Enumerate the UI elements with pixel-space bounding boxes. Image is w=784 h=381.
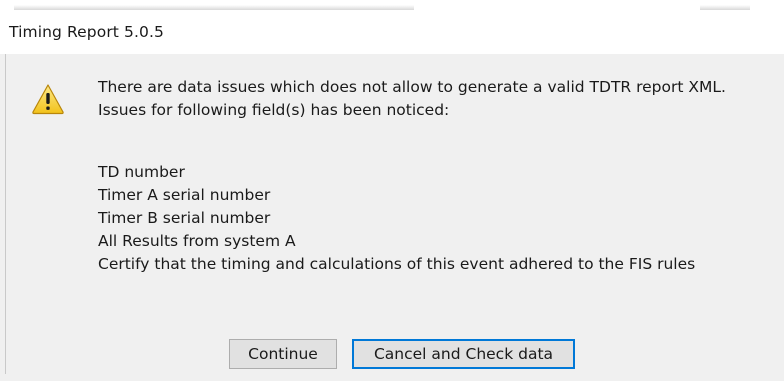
issue-item: Certify that the timing and calculations… <box>98 255 696 273</box>
title-bar[interactable]: Timing Report 5.0.5 <box>0 10 784 54</box>
message-line: Issues for following field(s) has been n… <box>98 101 450 119</box>
warning-icon <box>32 84 64 115</box>
issue-item: All Results from system A <box>98 232 296 250</box>
message-text: There are data issues which does not all… <box>98 76 726 122</box>
issue-item: Timer B serial number <box>98 209 271 227</box>
window-title: Timing Report 5.0.5 <box>9 23 164 41</box>
continue-button[interactable]: Continue <box>229 339 337 369</box>
issue-list: TD number Timer A serial number Timer B … <box>98 161 695 276</box>
dialog-window: Timing Report 5.0.5 There are data issue… <box>0 0 784 381</box>
issue-item: Timer A serial number <box>98 186 271 204</box>
message-line: There are data issues which does not all… <box>98 78 726 96</box>
cancel-and-check-data-button[interactable]: Cancel and Check data <box>352 339 575 369</box>
window-top-edge <box>0 0 784 10</box>
dialog-left-border <box>5 54 6 374</box>
issue-item: TD number <box>98 163 185 181</box>
